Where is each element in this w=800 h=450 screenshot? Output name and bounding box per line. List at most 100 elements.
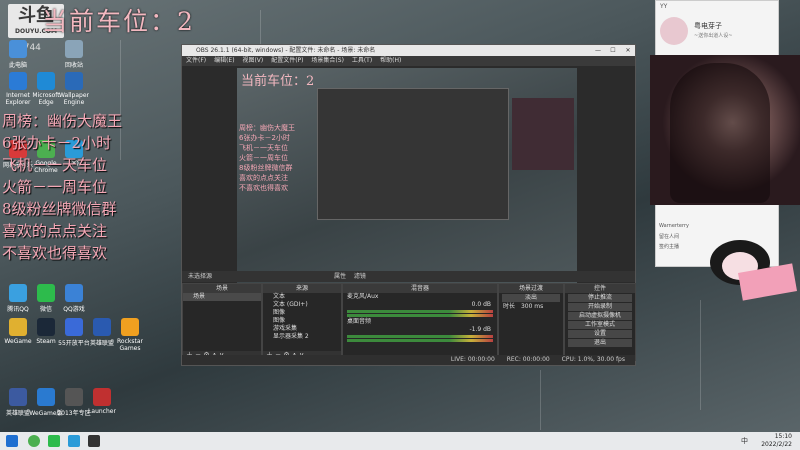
taskbar-clock[interactable]: 15:10 2022/2/22 (761, 433, 792, 449)
menu-view[interactable]: 视图(V) (242, 57, 263, 64)
source-item[interactable]: 文本 (263, 293, 341, 301)
mixer-channel-name: 桌面音频 (347, 318, 372, 325)
audio-meter (347, 335, 493, 338)
controls-dock: 控件 停止推流 开始录制 启动虚拟摄像机 工作室模式 设置 退出 (564, 283, 636, 361)
stop-streaming-button[interactable]: 停止推流 (568, 294, 632, 302)
source-item[interactable]: 游戏采集 (263, 325, 341, 333)
app-icon (65, 40, 83, 58)
minimize-icon[interactable]: — (591, 45, 605, 56)
obs-menubar: 文件(F) 编辑(E) 视图(V) 配置文件(P) 场景集合(S) 工具(T) … (182, 56, 635, 66)
menu-scene-collection[interactable]: 场景集合(S) (311, 57, 344, 64)
source-item[interactable]: 图像 (263, 309, 341, 317)
desktop-icon[interactable]: Wallpaper Engine (52, 72, 96, 106)
overlay-line: 喜欢的点点关注 (2, 222, 108, 240)
menu-help[interactable]: 帮助(H) (380, 57, 401, 64)
preview-nested-capture (317, 88, 509, 220)
qq-icon[interactable] (68, 435, 80, 447)
overlay-line: 飞机－一天车位 (2, 156, 108, 174)
wechat-icon[interactable] (48, 435, 60, 447)
chat-row[interactable]: 留在人间 (659, 233, 679, 240)
maximize-icon[interactable]: ☐ (606, 45, 620, 56)
dock-title: 来源 (263, 284, 341, 293)
mixer-level: 0.0 dB (471, 301, 491, 308)
overlay-line: 6张办卡－2小时 (2, 134, 112, 152)
transitions-dock: 场景过渡 淡出 时长 300 ms (498, 283, 564, 361)
desktop-icon[interactable]: Rockstar Games (108, 318, 152, 352)
clock-time: 15:10 (774, 433, 792, 440)
dock-title: 场景 (183, 284, 261, 293)
preview-line: 不喜欢也得喜欢 (239, 184, 288, 192)
audio-meter (347, 310, 493, 313)
desktop-icon-label: Wallpaper Engine (58, 92, 89, 106)
desktop-icon[interactable]: Launcher (80, 388, 124, 415)
webcam-feed (650, 55, 800, 205)
chat-row[interactable]: 签约主播 (659, 243, 679, 250)
desktop-icon-label: Launcher (88, 408, 116, 415)
app-icon (65, 72, 83, 90)
obs-titlebar[interactable]: OBS 26.1.1 (64-bit, windows) - 配置文件: 未命名… (182, 45, 635, 56)
obs-taskbar-icon[interactable] (88, 435, 100, 447)
menu-edit[interactable]: 编辑(E) (214, 57, 234, 64)
desktop-icon-label: Rockstar Games (117, 338, 143, 352)
volume-slider[interactable] (347, 339, 493, 342)
source-item[interactable]: 文本 (GDI+) (263, 301, 341, 309)
dock-title: 混音器 (343, 284, 497, 293)
virtual-camera-button[interactable]: 启动虚拟摄像机 (568, 312, 632, 320)
volume-slider[interactable] (347, 314, 493, 317)
close-icon[interactable]: ✕ (621, 45, 635, 56)
preview-line: 周榜：幽伤大魔王 (239, 124, 295, 132)
chat-row[interactable]: Warnerterry (659, 223, 689, 229)
menu-tools[interactable]: 工具(T) (352, 57, 372, 64)
live-timer: LIVE: 00:00:00 (450, 356, 495, 363)
exit-button[interactable]: 退出 (568, 339, 632, 347)
mixer-level: -1.9 dB (469, 326, 491, 333)
car-slot-title: 当前车位：2 (42, 7, 195, 36)
cpu-fps: CPU: 1.0%, 30.00 fps (561, 356, 625, 363)
mixer-dock: 混音器 麦克风/Aux 0.0 dB 桌面音频 -1.9 dB (342, 283, 498, 361)
app-icon (9, 40, 27, 58)
sources-dock: 来源 文本 文本 (GDI+) 图像 图像 游戏采集 显示器采集 2 ＋ − ⚙… (262, 283, 342, 361)
overlay-rank-list: 周榜：幽伤大魔王 6张办卡－2小时 飞机－一天车位 火箭－一周车位 8级粉丝牌微… (2, 110, 172, 264)
studio-mode-button[interactable]: 工作室模式 (568, 321, 632, 329)
obs-window[interactable]: OBS 26.1.1 (64-bit, windows) - 配置文件: 未命名… (181, 44, 636, 366)
overlay-line: 不喜欢也得喜欢 (2, 244, 108, 262)
taskbar: 中 15:10 2022/2/22 (0, 432, 800, 450)
chat-header: YY (660, 3, 668, 10)
source-item[interactable]: 图像 (263, 317, 341, 325)
menu-profile[interactable]: 配置文件(P) (271, 57, 303, 64)
rec-timer: REC: 00:00:00 (506, 356, 550, 363)
windows-start-icon[interactable] (6, 435, 18, 447)
input-method[interactable]: 中 (741, 436, 748, 446)
desktop-icon[interactable]: 回收站 (52, 40, 96, 69)
start-recording-button[interactable]: 开始录制 (568, 303, 632, 311)
desktop-icon[interactable]: 此电脑 (0, 40, 40, 69)
transition-select[interactable]: 淡出 (502, 294, 560, 302)
dock-title: 控件 (565, 284, 635, 293)
avatar[interactable] (660, 17, 688, 45)
duration-input[interactable]: 300 ms (521, 303, 543, 310)
preview-line: 6张办卡－2小时 (239, 134, 290, 142)
filters-button[interactable]: 滤镜 (354, 273, 366, 280)
webcam-figure (670, 63, 770, 203)
chat-name: 粤电芽子 (694, 22, 722, 30)
chrome-icon[interactable] (28, 435, 40, 447)
obs-preview[interactable]: 当前车位：2 周榜：幽伤大魔王 6张办卡－2小时 飞机－一天车位 火箭－一周车位… (237, 68, 577, 288)
menu-file[interactable]: 文件(F) (186, 57, 206, 64)
overlay-line: 火箭－一周车位 (2, 178, 108, 196)
desktop-icon-label: 回收站 (64, 62, 83, 69)
duration-label: 时长 300 ms (499, 303, 563, 311)
preview-line: 喜欢的点点关注 (239, 174, 288, 182)
source-item[interactable]: 显示器采集 2 (263, 333, 341, 341)
properties-button[interactable]: 属性 (334, 273, 346, 280)
preview-line: 火箭－一周车位 (239, 154, 288, 162)
app-icon (93, 388, 111, 406)
obs-title-text: OBS 26.1.1 (64-bit, windows) - 配置文件: 未命名… (196, 47, 376, 54)
preview-title: 当前车位：2 (241, 74, 315, 89)
settings-button[interactable]: 设置 (568, 330, 632, 338)
clock-date: 2022/2/22 (761, 441, 792, 448)
preview-line: 8级粉丝牌微信群 (239, 164, 293, 172)
desktop-icon[interactable]: QQ游戏 (52, 284, 96, 313)
desktop-icon-label: 此电脑 (8, 62, 27, 69)
scene-item[interactable]: 场景 (183, 293, 261, 301)
anime-sticker (700, 210, 798, 301)
